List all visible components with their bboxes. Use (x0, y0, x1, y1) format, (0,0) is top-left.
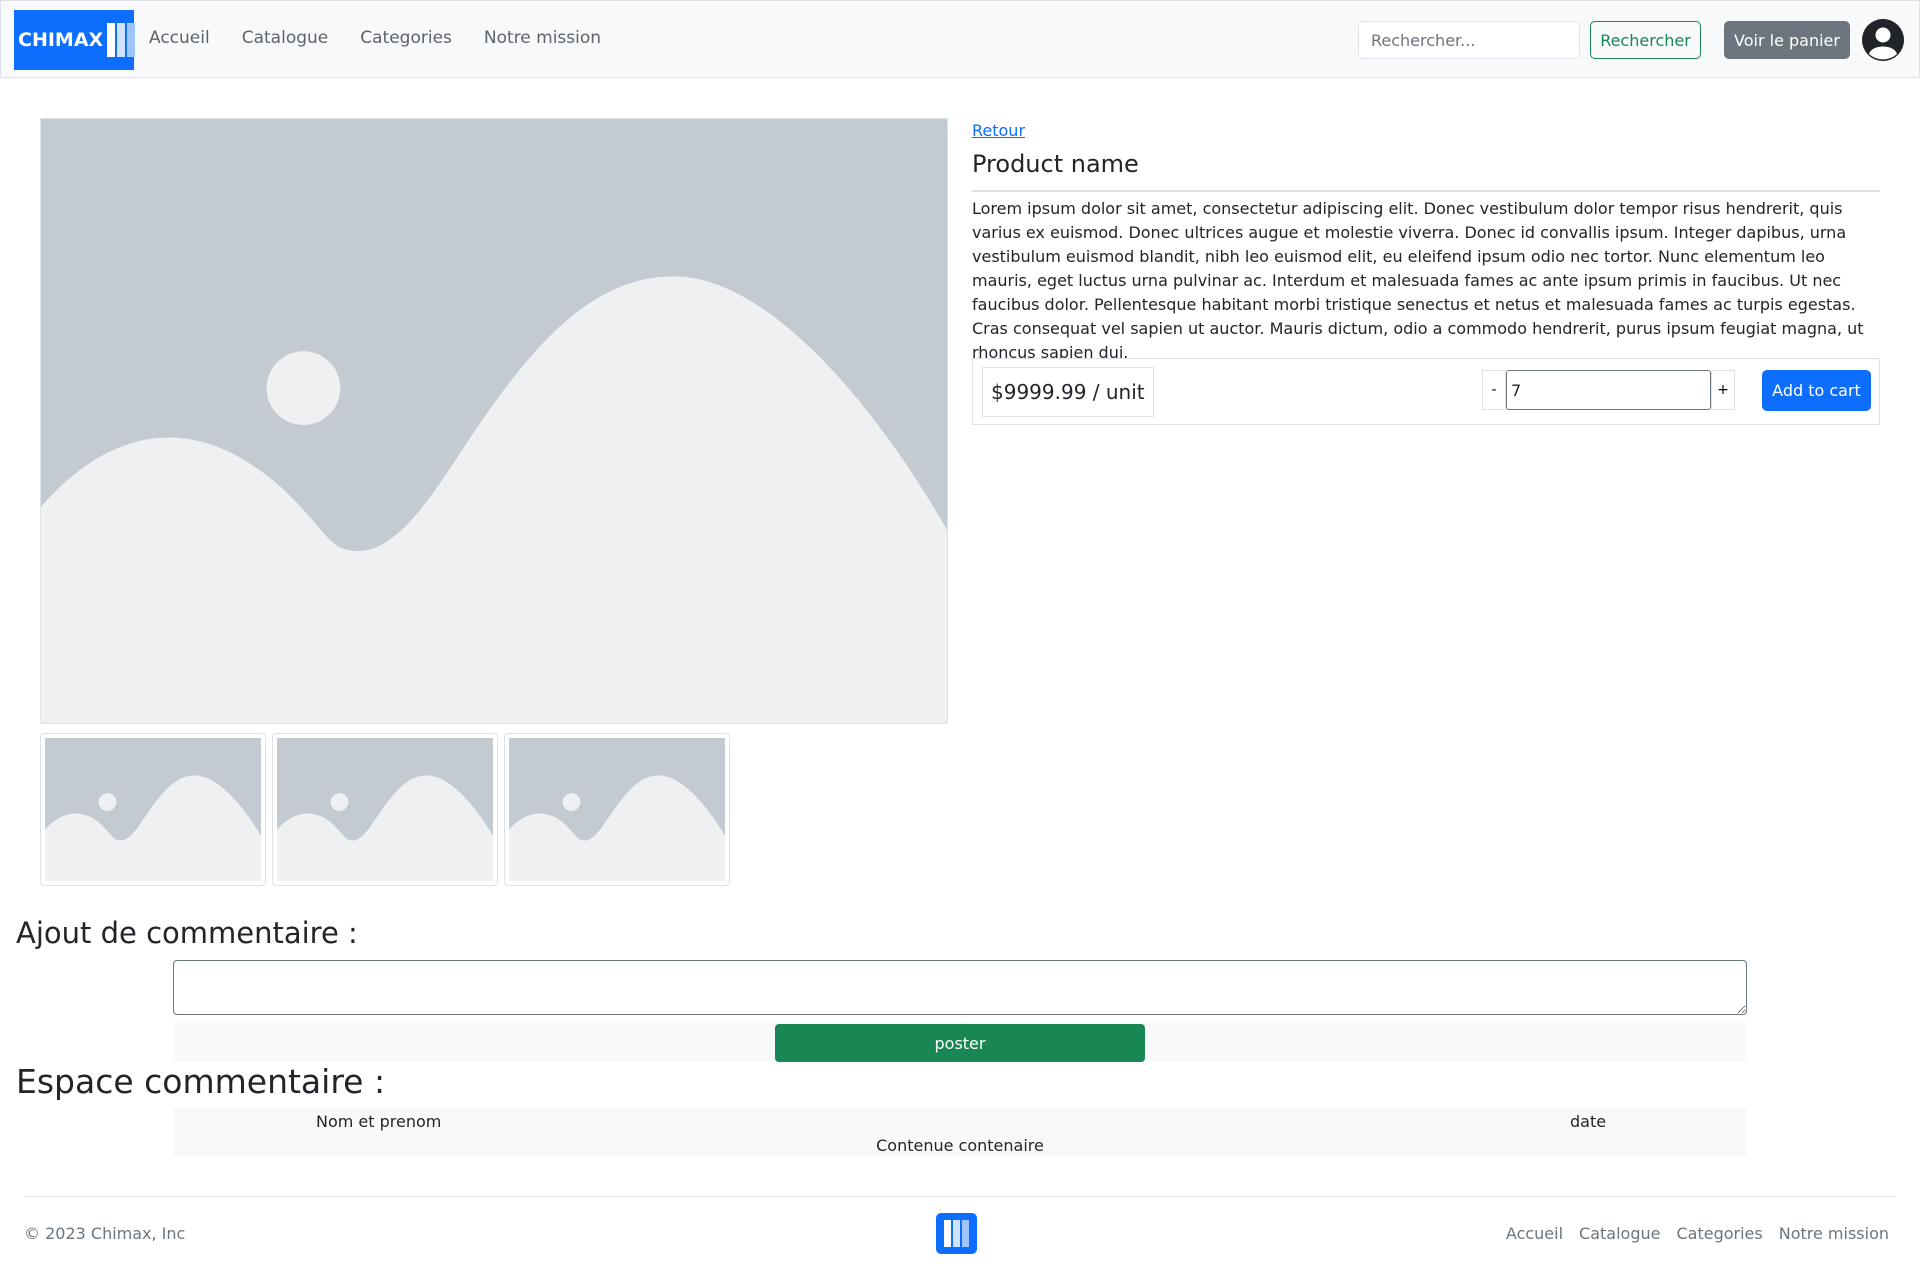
quantity-increment-button[interactable]: + (1711, 370, 1735, 410)
comment-author: Nom et prenom (316, 1112, 442, 1131)
product-title: Product name (972, 150, 1880, 192)
search-button[interactable]: Rechercher (1590, 21, 1701, 59)
add-to-cart-button[interactable]: Add to cart (1762, 370, 1871, 411)
thumbnail-strip (40, 733, 730, 886)
top-navbar: CHIMAX Accueil Catalogue Categories Notr… (0, 0, 1920, 78)
quantity-decrement-button[interactable]: - (1482, 370, 1506, 410)
image-placeholder-icon (45, 738, 261, 881)
image-placeholder-icon (509, 738, 725, 881)
back-link[interactable]: Retour (972, 121, 1025, 140)
product-description: Lorem ipsum dolor sit amet, consectetur … (972, 199, 1864, 362)
user-circle-icon[interactable] (1862, 19, 1904, 61)
footer-logo-icon[interactable] (936, 1213, 977, 1254)
comment-date: date (1570, 1112, 1607, 1131)
brand-name: CHIMAX (18, 29, 104, 51)
product-main-image[interactable] (40, 118, 948, 724)
nav-link-categories[interactable]: Categories (360, 28, 452, 48)
brand-bars-icon (107, 23, 136, 57)
footer-link-notre-mission[interactable]: Notre mission (1779, 1224, 1889, 1243)
image-placeholder-icon (41, 119, 947, 723)
footer-link-accueil[interactable]: Accueil (1506, 1224, 1563, 1243)
post-bar: poster (173, 1021, 1747, 1062)
comment-item: Nom et prenom date Contenue contenaire (173, 1108, 1747, 1156)
thumbnail-2[interactable] (272, 733, 498, 886)
add-comment-heading: Ajout de commentaire : (16, 916, 358, 950)
price-label: $9999.99 / unit (982, 367, 1154, 417)
comment-content: Contenue contenaire (876, 1136, 1044, 1155)
thumbnail-1[interactable] (40, 733, 266, 886)
purchase-panel: $9999.99 / unit - + Add to cart (972, 358, 1880, 425)
post-comment-button[interactable]: poster (775, 1024, 1145, 1062)
footer-divider (24, 1196, 1896, 1197)
comment-textarea[interactable] (173, 960, 1747, 1015)
search-input[interactable] (1358, 21, 1580, 59)
footer-link-categories[interactable]: Categories (1676, 1224, 1762, 1243)
nav-link-catalogue[interactable]: Catalogue (242, 28, 329, 48)
comment-space-heading: Espace commentaire : (16, 1062, 386, 1101)
nav-link-notre-mission[interactable]: Notre mission (484, 28, 601, 48)
main-nav: Accueil Catalogue Categories Notre missi… (149, 28, 601, 48)
view-cart-button[interactable]: Voir le panier (1724, 21, 1850, 59)
brand-logo[interactable]: CHIMAX (14, 10, 136, 70)
thumbnail-3[interactable] (504, 733, 730, 886)
quantity-input[interactable] (1506, 370, 1711, 410)
footer-link-catalogue[interactable]: Catalogue (1579, 1224, 1660, 1243)
nav-link-accueil[interactable]: Accueil (149, 28, 210, 48)
footer-copyright: © 2023 Chimax, Inc (24, 1224, 186, 1243)
footer-nav: Accueil Catalogue Categories Notre missi… (1506, 1224, 1889, 1243)
image-placeholder-icon (277, 738, 493, 881)
